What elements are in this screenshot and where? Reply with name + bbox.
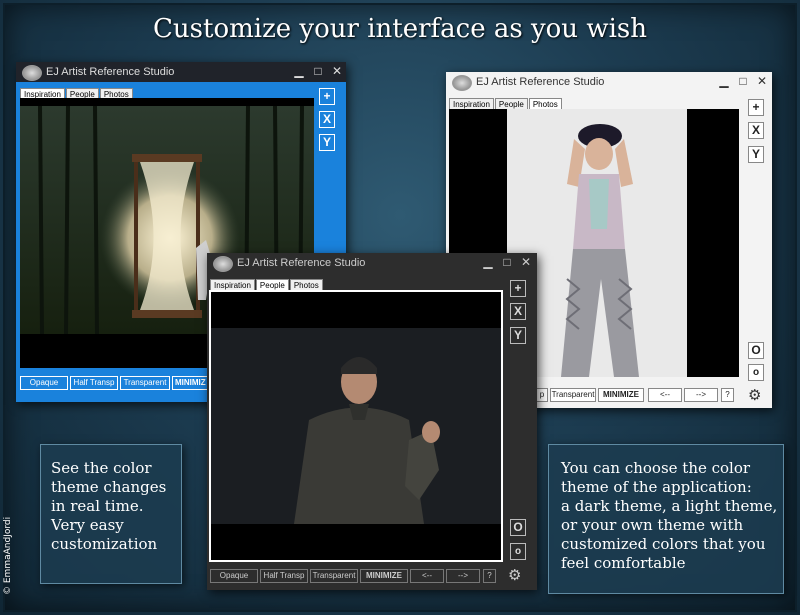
minimize-button[interactable]: MINIMIZE [598, 388, 644, 402]
info-box-themes: You can choose the color theme of the ap… [548, 444, 784, 594]
info-line: Very easy [51, 516, 124, 534]
close-window-button[interactable]: ✕ [329, 64, 345, 78]
add-button[interactable]: + [510, 280, 526, 297]
o-small-button[interactable]: o [510, 543, 526, 560]
flip-y-button[interactable]: Y [319, 134, 335, 151]
o-large-button[interactable]: O [748, 342, 764, 359]
maximize-window-button[interactable]: □ [499, 255, 515, 269]
info-line: See the color [51, 459, 152, 477]
tab-bar: Inspiration People Photos [210, 275, 324, 292]
flip-x-button[interactable]: X [319, 111, 335, 128]
next-button[interactable]: --> [446, 569, 480, 583]
info-line: theme changes [51, 478, 167, 496]
close-window-button[interactable]: ✕ [518, 255, 534, 269]
opaque-button[interactable]: Opaque [20, 376, 68, 390]
add-button[interactable]: + [319, 88, 335, 105]
tab-bar: Inspiration People Photos [449, 94, 563, 111]
transparent-button[interactable]: Transparent [310, 569, 358, 583]
o-large-button[interactable]: O [510, 519, 526, 536]
half-transp-button[interactable]: Half Transp [260, 569, 308, 583]
copyright-credit: © EmmaAndJordi [3, 516, 13, 595]
minimize-button[interactable]: MINIMIZ [172, 376, 212, 390]
flip-x-button[interactable]: X [748, 122, 764, 139]
next-button[interactable]: --> [684, 388, 718, 402]
maximize-window-button[interactable]: □ [735, 74, 751, 88]
close-window-button[interactable]: ✕ [754, 74, 770, 88]
app-logo-icon [22, 65, 42, 81]
bottom-toolbar: Opaque Half Transp Transparent MINIMIZE … [210, 569, 510, 583]
minimize-window-button[interactable]: ▁ [716, 74, 732, 88]
info-box-realtime: See the color theme changes in real time… [40, 444, 182, 584]
prev-button[interactable]: <-- [648, 388, 682, 402]
app-logo-icon [213, 256, 233, 272]
maximize-window-button[interactable]: □ [310, 64, 326, 78]
gear-icon[interactable]: ⚙ [508, 566, 521, 584]
transparent-button[interactable]: Transparent [550, 388, 596, 402]
headline: Customize your interface as you wish [153, 14, 647, 44]
man-portrait-image [211, 292, 501, 560]
window-title: EJ Artist Reference Studio [237, 257, 366, 269]
title-bar[interactable]: EJ Artist Reference Studio ▁ □ ✕ [16, 62, 346, 82]
minimize-window-button[interactable]: ▁ [291, 64, 307, 78]
info-line: or your own theme with [561, 516, 744, 534]
half-transp-button[interactable]: p [536, 388, 548, 402]
window-title: EJ Artist Reference Studio [46, 66, 175, 78]
gear-icon[interactable]: ⚙ [748, 386, 761, 404]
o-small-button[interactable]: o [748, 364, 764, 381]
flip-y-button[interactable]: Y [510, 327, 526, 344]
app-logo-icon [452, 75, 472, 91]
info-line: customized colors that you [561, 535, 766, 553]
help-button[interactable]: ? [721, 388, 734, 402]
minimize-button[interactable]: MINIMIZE [360, 569, 408, 583]
info-line: feel comfortable [561, 554, 686, 572]
info-line: theme of the application: [561, 478, 752, 496]
info-line: You can choose the color [561, 459, 751, 477]
info-line: in real time. [51, 497, 144, 515]
title-bar[interactable]: EJ Artist Reference Studio ▁ □ ✕ [446, 72, 772, 92]
help-button[interactable]: ? [483, 569, 496, 583]
app-window-dark[interactable]: EJ Artist Reference Studio ▁ □ ✕ Inspira… [207, 253, 537, 590]
image-viewer[interactable] [209, 290, 503, 562]
add-button[interactable]: + [748, 99, 764, 116]
opaque-button[interactable]: Opaque [210, 569, 258, 583]
info-line: a dark theme, a light theme, [561, 497, 778, 515]
tab-bar: Inspiration People Photos [20, 84, 134, 101]
half-transp-button[interactable]: Half Transp [70, 376, 118, 390]
minimize-window-button[interactable]: ▁ [480, 255, 496, 269]
info-line: customization [51, 535, 158, 553]
info-text-left: See the color theme changes in real time… [51, 459, 166, 554]
window-title: EJ Artist Reference Studio [476, 76, 605, 88]
transparent-button[interactable]: Transparent [120, 376, 170, 390]
info-text-right: You can choose the color theme of the ap… [561, 459, 777, 573]
title-bar[interactable]: EJ Artist Reference Studio ▁ □ ✕ [207, 253, 537, 273]
prev-button[interactable]: <-- [410, 569, 444, 583]
flip-y-button[interactable]: Y [748, 146, 764, 163]
flip-x-button[interactable]: X [510, 303, 526, 320]
